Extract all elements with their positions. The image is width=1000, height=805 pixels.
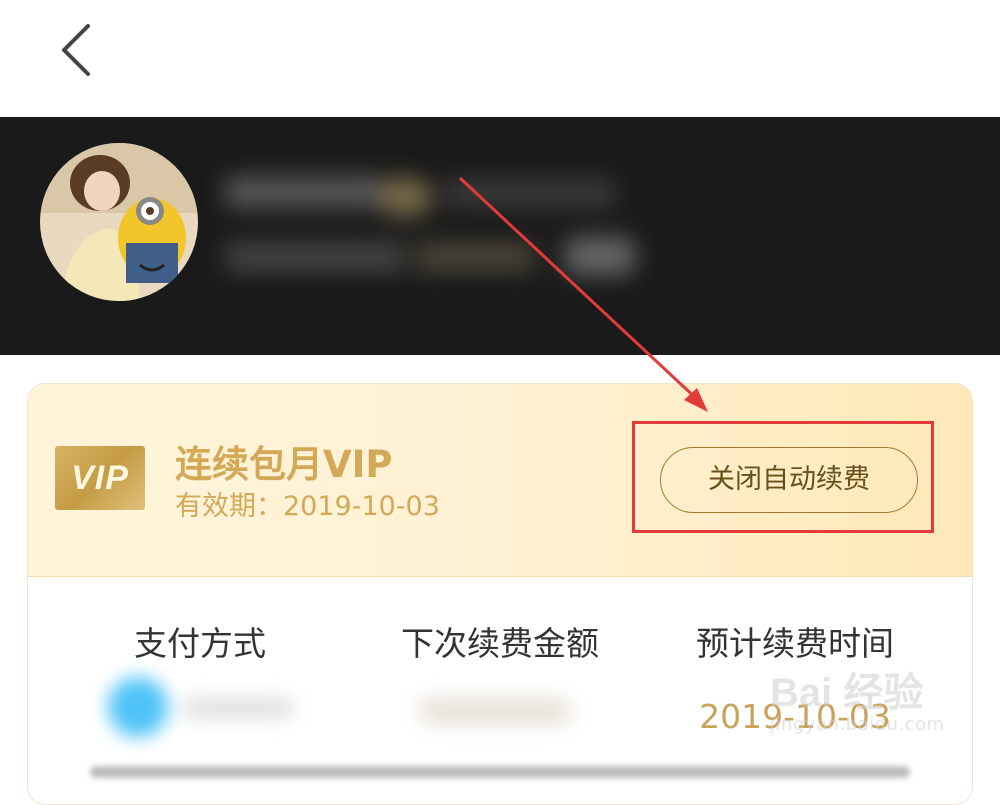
expected-time-header: 预计续费时间	[696, 624, 894, 663]
expiry-label: 有效期：	[175, 491, 283, 522]
blurred-next-amount	[420, 698, 570, 724]
blurred-footer-text	[90, 766, 910, 778]
top-bar	[0, 0, 1000, 117]
vip-badge-icon: VIP	[55, 446, 145, 510]
plan-name: 连续包月VIP	[175, 443, 393, 486]
expiry-date: 2019-10-03	[283, 491, 440, 522]
user-header	[0, 117, 1000, 355]
expected-renew-date: 2019-10-03	[699, 697, 891, 736]
highlight-box	[632, 421, 934, 533]
blurred-payment-method	[108, 677, 293, 737]
next-amount-header: 下次续费金额	[401, 624, 599, 663]
blurred-user-info	[225, 177, 635, 275]
back-chevron-left-icon[interactable]	[52, 20, 102, 80]
avatar[interactable]	[40, 143, 198, 301]
expiry-row: 有效期：2019-10-03	[175, 484, 440, 523]
payment-method-header: 支付方式	[134, 624, 266, 663]
